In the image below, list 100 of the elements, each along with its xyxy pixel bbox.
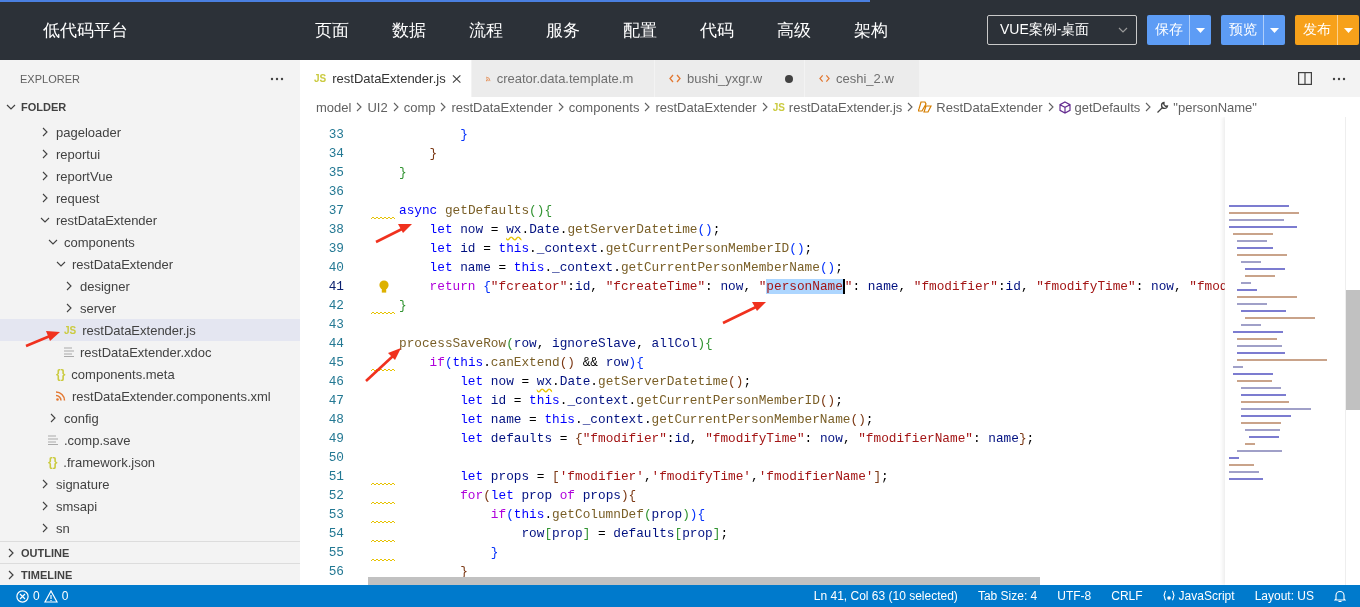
code-line: } <box>428 146 438 161</box>
chevron-right-icon <box>440 102 447 112</box>
breadcrumb-item[interactable]: getDefaults <box>1058 99 1141 115</box>
code-line: async getDefaults(){ <box>399 203 553 218</box>
status-item[interactable]: Tab Size: 4 <box>977 589 1038 603</box>
caret-down-icon <box>1196 27 1205 33</box>
file-tree-item[interactable]: .comp.save <box>0 429 300 451</box>
file-name: .framework.json <box>63 454 156 470</box>
vertical-scrollbar-thumb[interactable] <box>1346 290 1360 410</box>
close-icon[interactable] <box>451 73 461 84</box>
breadcrumb-item[interactable]: "personName" <box>1156 99 1257 115</box>
file-tree-item[interactable]: restDataExtender.xdoc <box>0 341 300 363</box>
status-item[interactable]: JavaScript <box>1178 589 1235 603</box>
editor-tab[interactable]: bushi_yxgr.w <box>655 60 805 97</box>
project-select[interactable]: VUE案例-桌面 <box>987 15 1137 45</box>
folder-section-title: FOLDER <box>21 101 67 113</box>
file-name: pageloader <box>56 124 122 140</box>
breadcrumb-item[interactable]: restDataExtender <box>451 99 553 115</box>
line-number: 51 <box>327 469 344 484</box>
file-tree-item[interactable]: {} components.meta <box>0 363 300 385</box>
annotation-arrow <box>722 302 766 325</box>
nav-link[interactable]: 配置 <box>623 18 700 42</box>
code-line: if(this.canExtend() && row){ <box>428 355 644 370</box>
code-icon <box>669 74 681 83</box>
file-tree-item[interactable]: pageloader <box>0 121 300 143</box>
file-tree-item[interactable]: reportVue <box>0 165 300 187</box>
status-item[interactable]: CRLF <box>1111 589 1143 603</box>
nav-link[interactable]: 代码 <box>700 18 777 42</box>
line-number: 35 <box>327 165 344 180</box>
status-item[interactable]: Ln 41, Col 63 (10 selected) <box>813 589 958 603</box>
breadcrumb-item[interactable]: restDataExtender <box>655 99 757 115</box>
file-tree-item[interactable]: restDataExtender <box>0 253 300 275</box>
breadcrumb-item[interactable]: UI2 <box>367 99 388 115</box>
text-file-icon <box>64 347 74 357</box>
more-icon[interactable] <box>1332 76 1346 81</box>
javascript-file-icon: JS <box>64 324 77 336</box>
explorer-title: EXPLORER <box>20 72 80 85</box>
more-icon[interactable] <box>270 76 284 81</box>
folder-section-header[interactable]: FOLDER <box>0 97 300 117</box>
tab-label: bushi_yxgr.w <box>687 71 764 86</box>
app-title: 低代码平台 <box>43 19 129 42</box>
horizontal-scrollbar[interactable] <box>368 577 1040 585</box>
breadcrumb-item[interactable]: comp <box>403 99 436 115</box>
breadcrumb-item[interactable]: JS restDataExtender.js <box>772 99 903 115</box>
file-tree-item[interactable]: restDataExtender <box>0 209 300 231</box>
nav-link[interactable]: 数据 <box>392 18 469 42</box>
file-tree-item[interactable]: designer <box>0 275 300 297</box>
braces-file-icon: {} <box>56 367 66 381</box>
nav-link[interactable]: 高级 <box>777 18 854 42</box>
bell-icon[interactable] <box>1334 589 1346 603</box>
file-tree-item[interactable]: server <box>0 297 300 319</box>
status-item[interactable]: Layout: US <box>1254 589 1314 603</box>
file-tree-item[interactable]: reportui <box>0 143 300 165</box>
file-tree-item[interactable]: config <box>0 407 300 429</box>
file-tree-item[interactable]: {} .framework.json <box>0 451 300 473</box>
breadcrumb-item[interactable]: RestDataExtender <box>918 99 1043 115</box>
breadcrumb-item[interactable]: model <box>316 99 352 115</box>
warning-count[interactable]: 0 <box>61 589 69 603</box>
code-line: let defaults = {"fmodifier":id, "fmodifyTime": now, "fmodifierName": name}; <box>459 431 1035 446</box>
line-number: 39 <box>327 241 344 256</box>
nav-link[interactable]: 页面 <box>315 18 392 42</box>
editor-tab[interactable]: ceshi_2.w <box>805 60 920 97</box>
text-file-icon <box>48 435 58 445</box>
panel-section-header[interactable]: OUTLINE <box>0 541 300 563</box>
editor-tab[interactable]: creator.data.template.m <box>472 60 655 97</box>
editor-tab[interactable]: JS restDataExtender.js <box>300 60 472 97</box>
tab-label: ceshi_2.w <box>836 71 894 86</box>
caret-down-icon <box>1344 27 1353 33</box>
code-line: let now = wx.Date.getServerDatetime(); <box>428 222 721 237</box>
file-tree-item[interactable]: smsapi <box>0 495 300 517</box>
file-name: server <box>80 300 117 316</box>
file-tree-item[interactable]: JS restDataExtender.js <box>0 319 300 341</box>
file-name: request <box>56 190 100 206</box>
code-line: let props = ['fmodifier','fmodifyTime','fmodifierName']; <box>459 469 889 484</box>
nav-link[interactable]: 流程 <box>469 18 546 42</box>
file-tree-item[interactable]: sn <box>0 517 300 539</box>
file-tree-item[interactable]: restDataExtender.components.xml <box>0 385 300 407</box>
error-count[interactable]: 0 <box>33 589 40 603</box>
file-name: config <box>64 410 99 426</box>
status-item[interactable]: UTF-8 <box>1057 589 1092 603</box>
nav-link[interactable]: 架构 <box>854 18 931 42</box>
line-number: 45 <box>327 355 344 370</box>
line-number: 54 <box>327 526 344 541</box>
breadcrumb-item[interactable]: components <box>568 99 640 115</box>
wrench-icon <box>1156 100 1170 114</box>
nav-link[interactable]: 服务 <box>546 18 623 42</box>
code-line: row[prop] = defaults[prop]; <box>520 526 729 541</box>
chevron-right-icon <box>1145 102 1152 112</box>
annotation-arrow <box>375 224 412 244</box>
line-number: 50 <box>327 450 344 465</box>
braces-icon <box>1162 590 1175 602</box>
file-tree-item[interactable]: request <box>0 187 300 209</box>
file-tree-item[interactable]: components <box>0 231 300 253</box>
lightbulb-icon[interactable] <box>377 279 390 294</box>
split-editor-icon[interactable] <box>1298 72 1312 85</box>
error-icon <box>16 589 29 603</box>
file-tree-item[interactable]: signature <box>0 473 300 495</box>
file-name: .comp.save <box>64 432 131 448</box>
line-number: 55 <box>327 545 344 560</box>
tab-label: creator.data.template.m <box>496 71 634 86</box>
